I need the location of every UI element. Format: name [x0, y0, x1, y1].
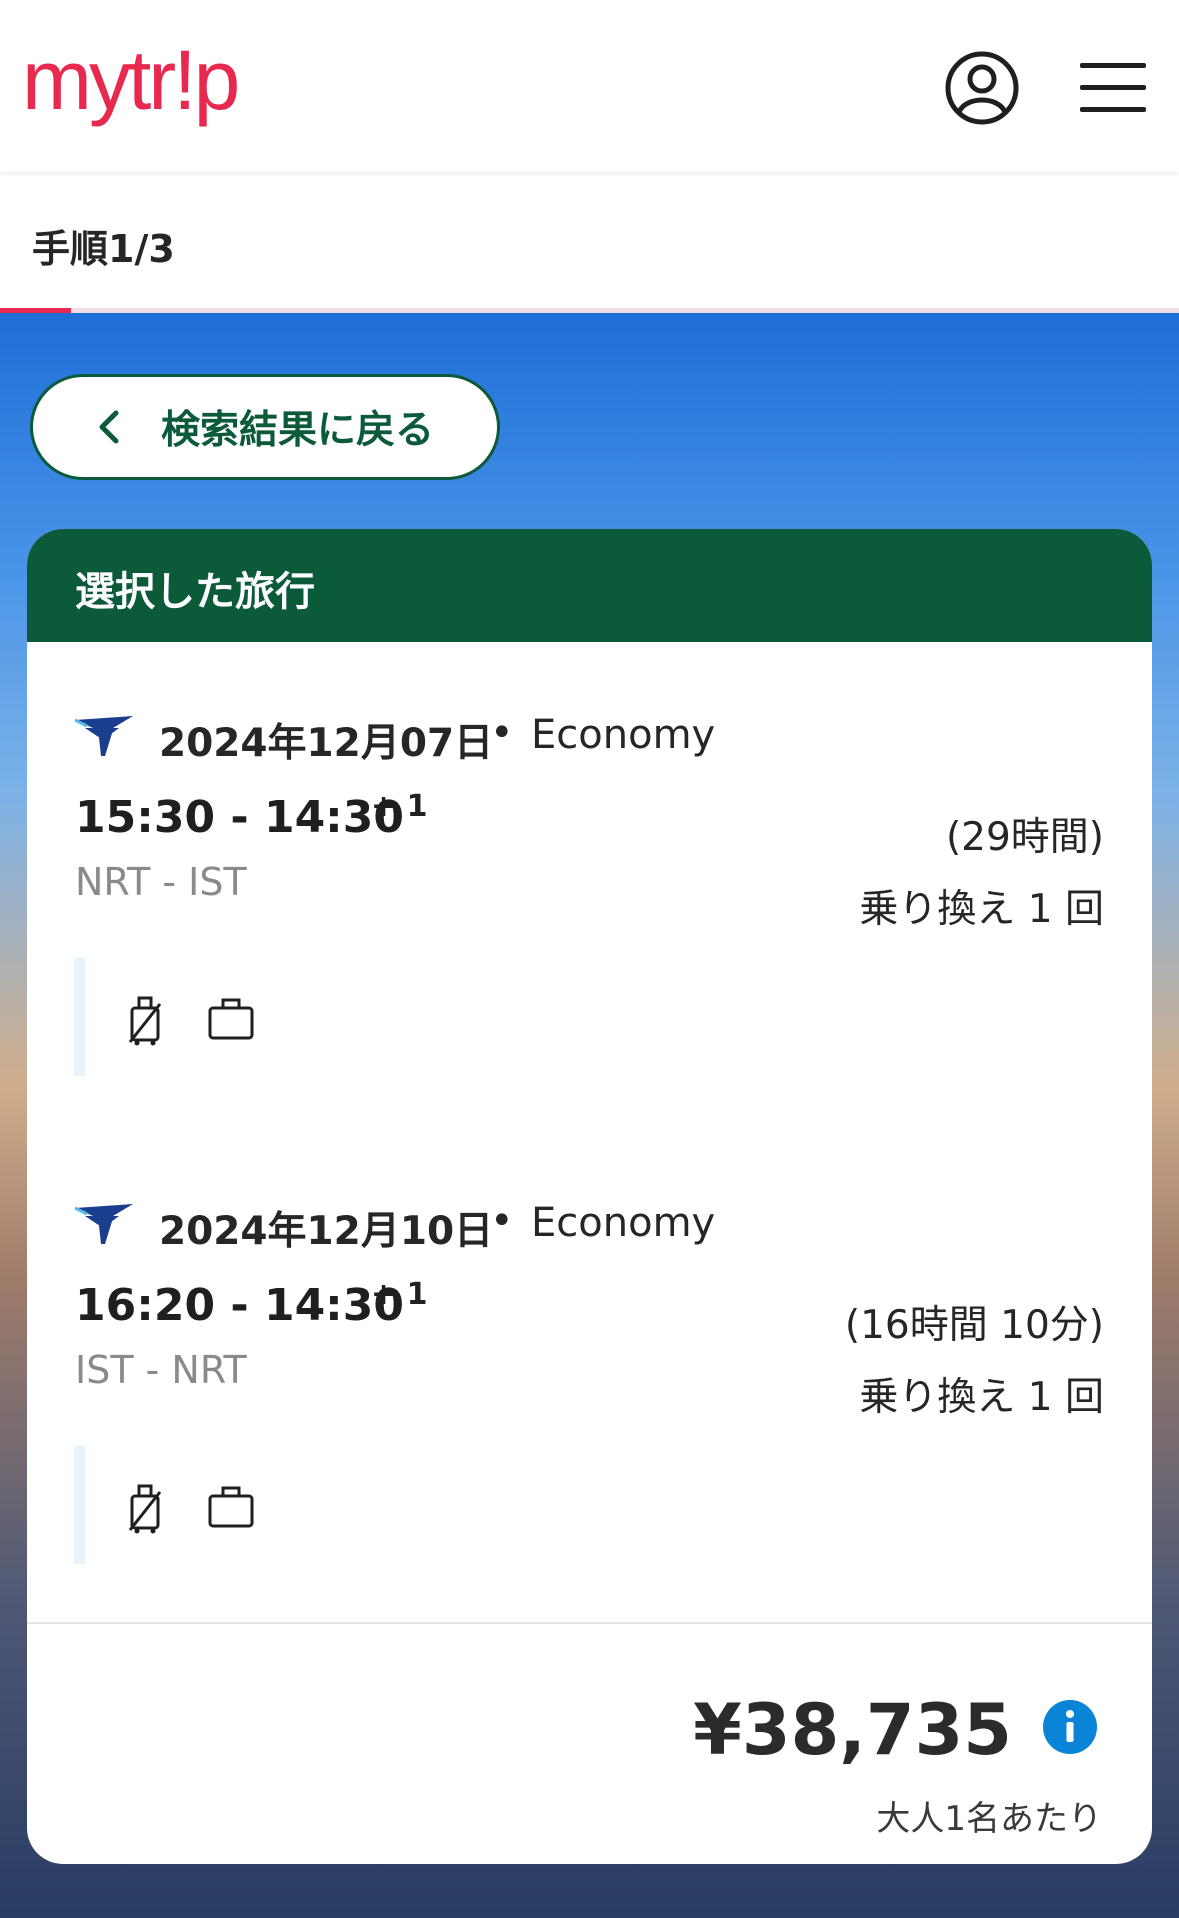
chevron-left-icon — [99, 410, 119, 444]
cabin-class: Economy — [531, 712, 716, 758]
leg-date: 2024年12月10日 — [159, 1209, 494, 1254]
separator-dot: • — [490, 710, 514, 756]
total-price: ¥38,735 — [693, 1689, 1012, 1771]
day-offset: + 1 — [371, 1277, 428, 1312]
route: IST - NRT — [75, 1348, 247, 1392]
duration: (16時間 10分) — [844, 1303, 1104, 1348]
flight-leg-return[interactable]: 2024年12月10日 • Economy 16:20 - 14:30 + 1 … — [27, 1130, 1152, 1564]
checked-bag-icon — [208, 1486, 254, 1528]
cabin-class: Economy — [531, 1200, 716, 1246]
flight-leg-outbound[interactable]: 2024年12月07日 • Economy 15:30 - 14:30 + 1 … — [27, 642, 1152, 1076]
mytrip-logo[interactable]: mytr!p — [22, 38, 240, 122]
step-progress-bar — [0, 172, 1179, 312]
leg-date: 2024年12月07日 — [159, 721, 494, 766]
price-note: 大人1名あたり — [876, 1799, 1102, 1839]
flight-times: 15:30 - 14:30 — [75, 792, 405, 843]
airline-logo-icon — [74, 716, 133, 756]
progress-fill — [0, 308, 71, 313]
menu-icon[interactable] — [1080, 60, 1146, 114]
duration: (29時間) — [945, 815, 1104, 860]
app-header: mytr!p — [0, 0, 1179, 172]
route: NRT - IST — [75, 860, 247, 904]
back-to-results-button[interactable]: 検索結果に戻る — [30, 374, 500, 480]
user-icon[interactable] — [944, 50, 1020, 126]
price-divider — [27, 1622, 1152, 1624]
step-label: 手順1/3 — [32, 227, 175, 271]
stops: 乗り換え 1 回 — [859, 887, 1104, 932]
progress-track — [0, 308, 1179, 313]
airline-logo-icon — [74, 1204, 133, 1244]
separator-dot: • — [490, 1198, 514, 1244]
card-title: 選択した旅行 — [75, 569, 315, 615]
info-icon[interactable] — [1042, 1699, 1098, 1755]
selected-trip-card: 選択した旅行 2024年12月07日 • Economy 15:30 - 14:… — [27, 529, 1152, 1864]
card-header: 選択した旅行 — [27, 529, 1152, 642]
stops: 乗り換え 1 回 — [859, 1375, 1104, 1420]
back-button-label: 検索結果に戻る — [161, 408, 435, 453]
flight-times: 16:20 - 14:30 — [75, 1280, 405, 1331]
checked-bag-icon — [208, 998, 254, 1040]
carry-on-bag-icon — [128, 996, 162, 1046]
day-offset: + 1 — [371, 789, 428, 824]
baggage-indicator-bar — [74, 958, 85, 1076]
baggage-indicator-bar — [74, 1446, 85, 1564]
carry-on-bag-icon — [128, 1484, 162, 1534]
